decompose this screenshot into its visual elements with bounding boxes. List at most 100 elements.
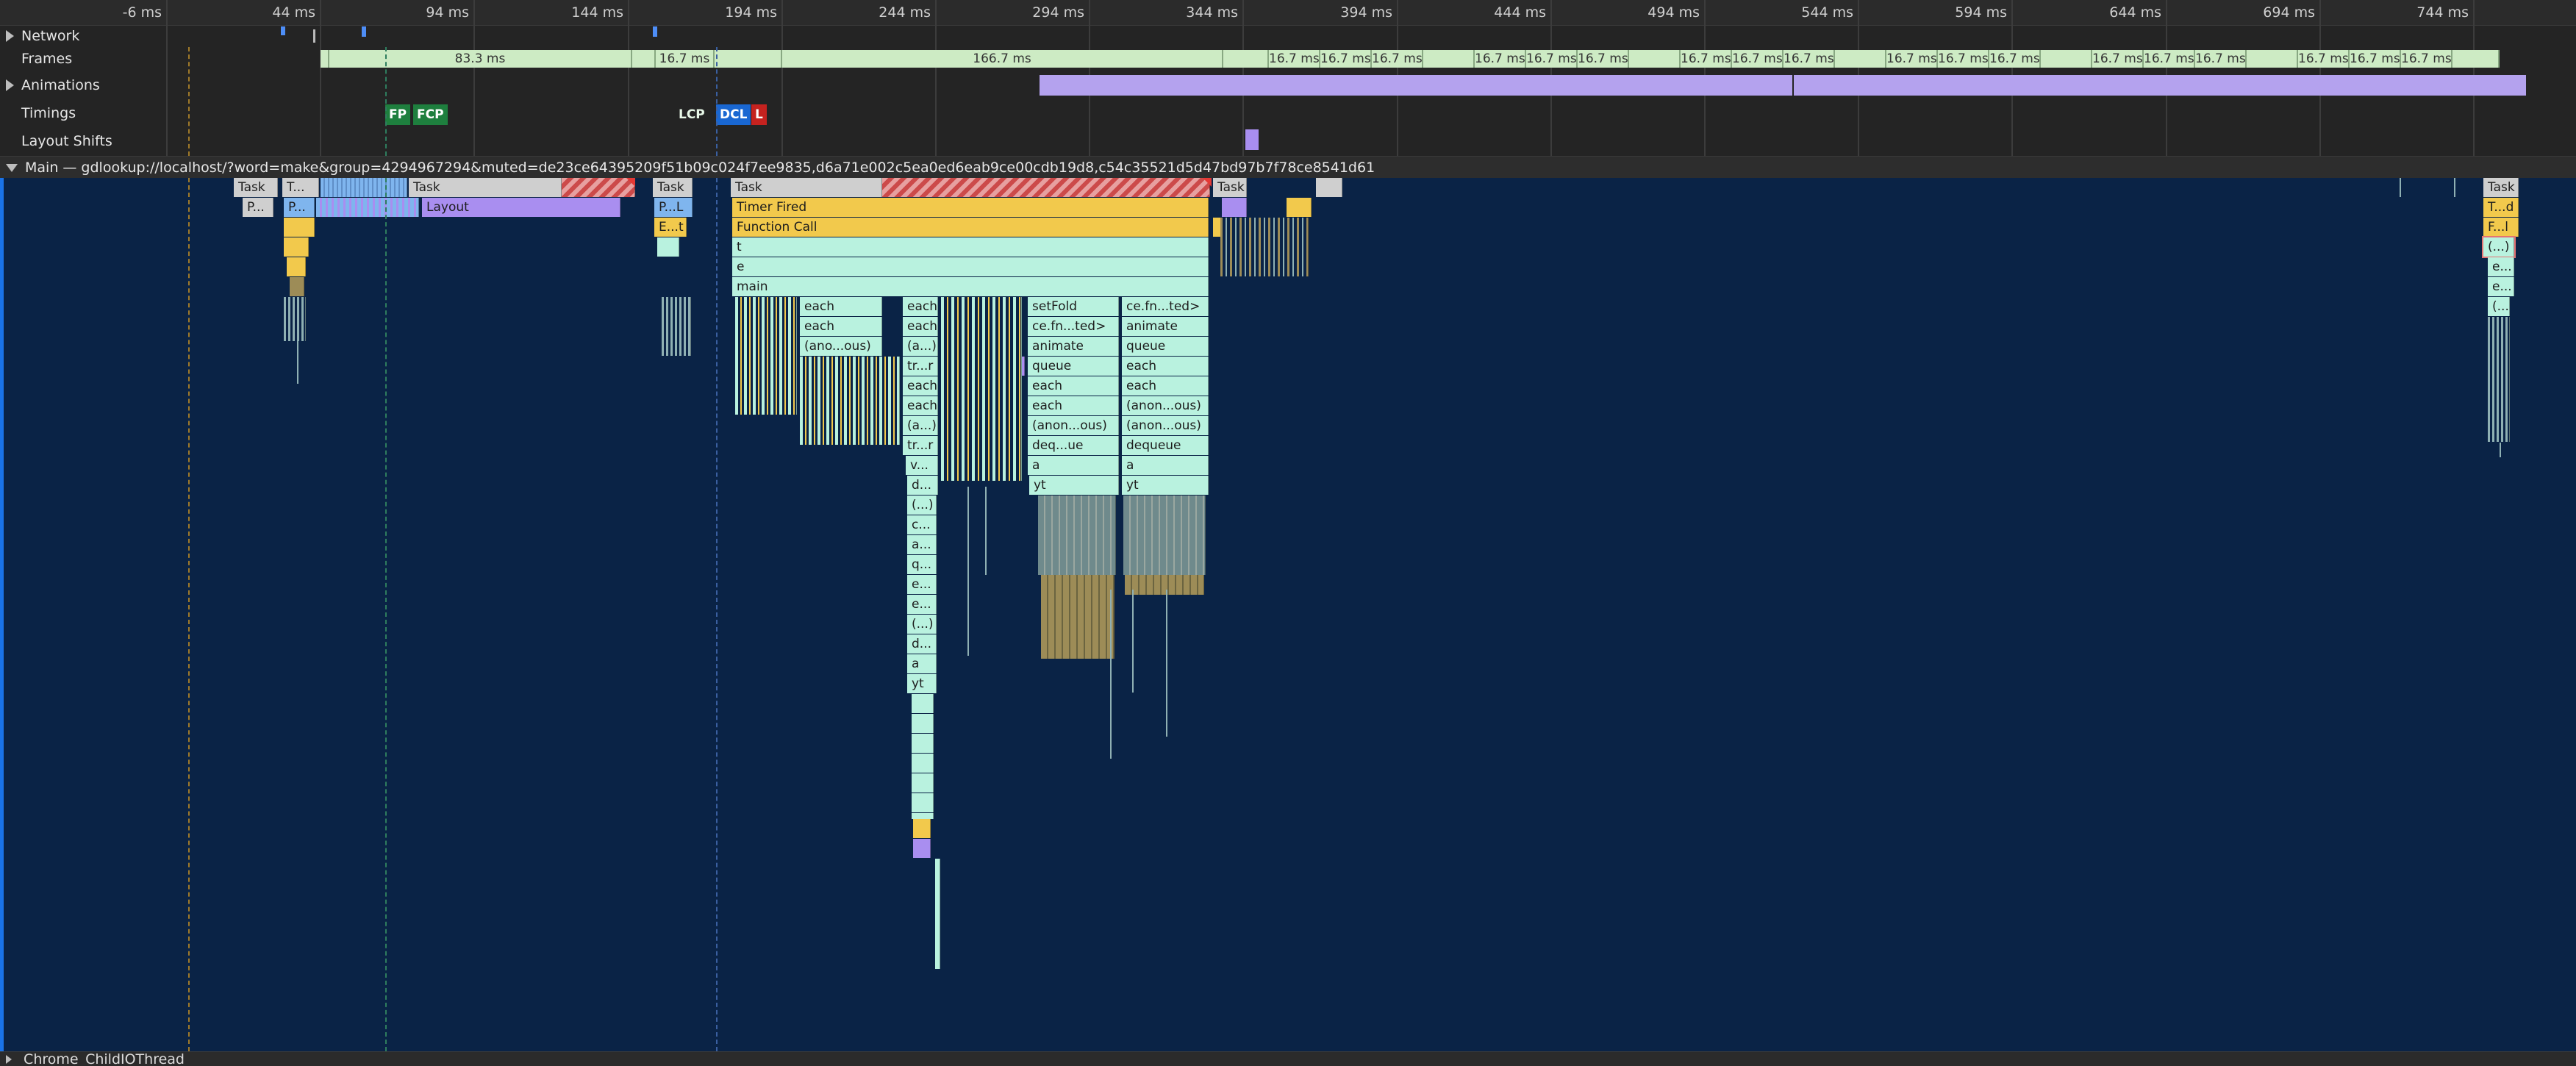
flame-call[interactable] — [657, 237, 679, 257]
flame-deep-stack[interactable] — [941, 297, 1022, 481]
flame-each[interactable]: each — [903, 297, 938, 316]
flame-anon[interactable]: (...) — [907, 496, 937, 515]
flame-a[interactable]: a — [1122, 456, 1209, 475]
flame-animate[interactable]: animate — [1122, 317, 1209, 336]
collapse-arrow-icon[interactable] — [6, 163, 18, 172]
animation-bar[interactable] — [1040, 75, 1792, 96]
flame-trigger[interactable]: tr...r — [903, 357, 938, 376]
dcl-marker[interactable]: DCL — [716, 104, 751, 125]
flame-deep-stack[interactable] — [1038, 496, 1116, 575]
flame-timer-fired[interactable]: Timer Fired — [732, 198, 1209, 217]
flame-each[interactable]: each — [1028, 376, 1119, 396]
flame-deep-stack[interactable] — [1041, 615, 1115, 659]
flame-dequeue[interactable]: dequeue — [1122, 436, 1209, 455]
frame-segment[interactable]: 16.7 ms — [2195, 50, 2247, 68]
flame-v[interactable]: v... — [906, 456, 938, 475]
frame-segment[interactable]: 16.7 ms — [1886, 50, 1938, 68]
frame-segment[interactable]: 16.7 ms — [1681, 50, 1732, 68]
frame-segment[interactable] — [715, 50, 782, 68]
flame-a[interactable]: a... — [907, 535, 937, 554]
flame-anon[interactable]: (a...) — [903, 337, 938, 356]
network-request[interactable] — [313, 29, 315, 43]
flame-setfold[interactable]: setFold — [1028, 297, 1119, 316]
main-thread-header[interactable]: Main — gdlookup://localhost/?word=make&g… — [0, 156, 2576, 179]
flame-task[interactable]: Task — [731, 178, 882, 197]
flame-a[interactable]: a — [1028, 456, 1119, 475]
flame-sliver[interactable] — [2400, 178, 2401, 197]
time-ruler[interactable]: -6 ms 44 ms 94 ms 144 ms 194 ms 244 ms 2… — [0, 0, 2576, 26]
lcp-marker[interactable]: LCP — [675, 104, 709, 125]
flame-queue[interactable]: queue — [1028, 357, 1119, 376]
flame-e[interactable]: e... — [2488, 277, 2514, 296]
flame-each[interactable]: (anon...ous) — [1122, 396, 1209, 415]
flame-deep-stack[interactable] — [912, 694, 934, 819]
flame-sliver[interactable] — [1132, 590, 1134, 693]
frame-segment[interactable]: 16.7 ms — [656, 50, 715, 68]
flame-trigger[interactable]: tr...r — [903, 436, 938, 455]
flame-ce-fn[interactable]: ce.fn...ted> — [1028, 317, 1119, 336]
layout-shift[interactable] — [1245, 129, 1259, 150]
flame-long-task[interactable] — [882, 178, 1210, 197]
flame-script[interactable] — [1287, 198, 1312, 217]
animations-track-header[interactable]: Animations — [0, 72, 100, 99]
flame-yt[interactable]: yt — [1122, 476, 1209, 495]
frame-segment[interactable]: 16.7 ms — [1938, 50, 1989, 68]
flame-deep-stack[interactable] — [935, 859, 940, 969]
flame-sliver[interactable] — [1110, 590, 1112, 759]
frame-segment[interactable]: 16.7 ms — [1475, 50, 1526, 68]
flame-anon[interactable]: (...) — [907, 615, 937, 634]
flame-ce-fn[interactable]: ce.fn...ted> — [1122, 297, 1209, 316]
flame-sliver[interactable] — [1166, 590, 1167, 737]
timings-track-header[interactable]: Timings — [0, 100, 76, 126]
main-flame-chart[interactable]: Task T... Task Task Task Task Task P... … — [0, 178, 2576, 1051]
frame-segment[interactable] — [632, 50, 656, 68]
flame-sliver[interactable] — [967, 487, 969, 656]
flame-each[interactable]: each — [1122, 376, 1209, 396]
frame-segment[interactable]: 166.7 ms — [782, 50, 1223, 68]
flame-anon[interactable]: (...) — [2482, 236, 2516, 258]
flame-q[interactable]: q... — [907, 555, 937, 574]
flame-script[interactable] — [290, 277, 304, 296]
frame-segment[interactable]: 16.7 ms — [1783, 50, 1835, 68]
flame-script[interactable] — [913, 819, 931, 838]
frame-segment[interactable] — [1423, 50, 1475, 68]
flame-deep-stack[interactable] — [284, 297, 306, 341]
flame-deep-stack[interactable] — [662, 297, 691, 356]
frame-segment[interactable]: 16.7 ms — [2350, 50, 2401, 68]
flame-a[interactable]: a — [907, 654, 937, 673]
flame-sliver[interactable] — [985, 487, 987, 575]
flame-layout[interactable] — [913, 839, 931, 858]
animation-bar[interactable] — [1794, 75, 2526, 96]
flame-anonymous[interactable]: (anon...ous) — [1028, 416, 1119, 435]
frame-segment[interactable]: 16.7 ms — [1269, 50, 1320, 68]
flame-function-call[interactable]: F...l — [2483, 218, 2519, 237]
flame-e[interactable]: e... — [2488, 257, 2514, 276]
flame-task[interactable] — [321, 178, 407, 197]
frame-segment[interactable]: 16.7 ms — [1320, 50, 1372, 68]
flame-long-task[interactable] — [562, 178, 635, 197]
flame-parse[interactable]: P... — [284, 198, 315, 217]
frame-segment[interactable]: 16.7 ms — [2298, 50, 2350, 68]
frame-segment[interactable] — [2247, 50, 2298, 68]
flame-queue[interactable]: queue — [1122, 337, 1209, 356]
frame-segment[interactable]: 16.7 ms — [1989, 50, 2041, 68]
flame-layout[interactable]: Layout — [422, 198, 620, 217]
flame-e[interactable]: e... — [907, 575, 937, 594]
flame-sliver[interactable] — [2500, 443, 2501, 457]
flame-task[interactable]: Task — [409, 178, 562, 197]
flame-deep-stack[interactable] — [1125, 575, 1204, 595]
flame-anonymous[interactable]: (anon...ous) — [1122, 416, 1209, 435]
frames-track-header[interactable]: Frames — [0, 47, 72, 71]
frame-segment[interactable]: 16.7 ms — [2092, 50, 2144, 68]
layout-shifts-track-header[interactable]: Layout Shifts — [0, 128, 112, 154]
load-marker[interactable]: L — [751, 104, 767, 125]
flame-script[interactable] — [284, 218, 315, 237]
frame-segment[interactable]: 16.7 ms — [1578, 50, 1629, 68]
flame-deep-stack[interactable] — [800, 357, 900, 445]
frame-segment[interactable]: 83.3 ms — [329, 50, 632, 68]
fp-marker[interactable]: FP — [385, 104, 411, 125]
flame-deep-stack[interactable] — [1220, 218, 1309, 276]
flame-each[interactable]: each — [800, 297, 882, 316]
network-track[interactable]: Network — [0, 25, 2576, 47]
flame-script[interactable] — [284, 237, 309, 257]
